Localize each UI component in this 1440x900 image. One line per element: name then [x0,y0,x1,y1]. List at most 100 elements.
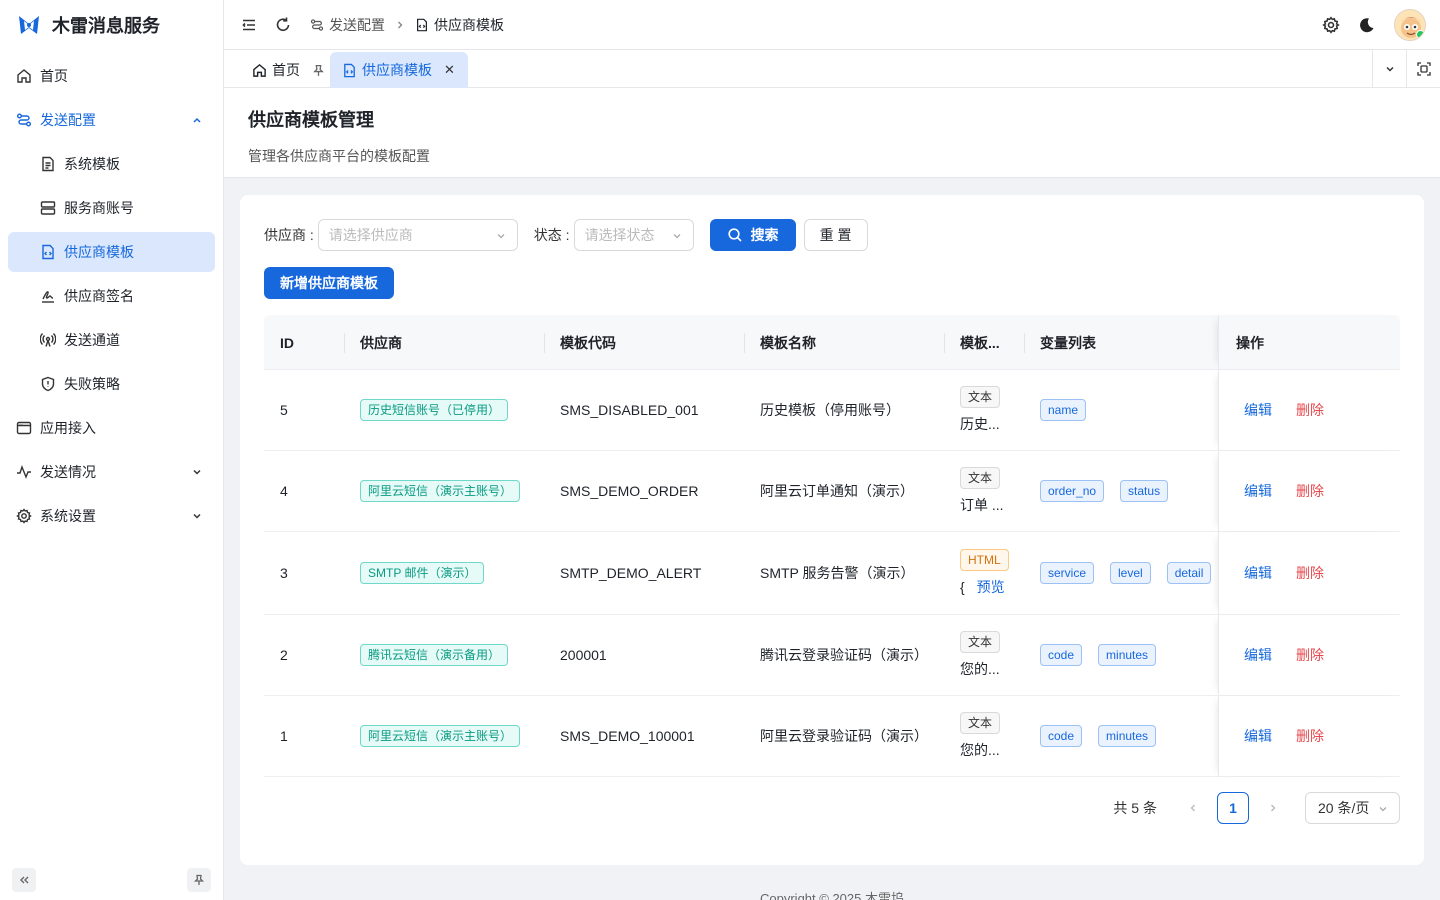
cell-variables: code minutes [1024,615,1218,695]
sidebar-item-provider-signature[interactable]: 供应商签名 [8,276,215,316]
pin-icon[interactable] [312,64,325,77]
sidebar-item-label: 发送配置 [40,112,96,128]
sidebar-item-app-access[interactable]: 应用接入 [8,408,215,448]
page-number-button[interactable]: 1 [1217,792,1249,824]
edit-link[interactable]: 编辑 [1244,481,1272,501]
moon-icon[interactable] [1358,16,1376,34]
sidebar-item-send-config[interactable]: 发送配置 [8,100,215,140]
table-row: 2 腾讯云短信（演示备用） 200001 腾讯云登录验证码（演示） 文本 您的.… [264,615,1400,696]
chevron-down-icon [1379,807,1387,812]
cell-actions: 编辑 删除 [1228,696,1398,776]
provider-select[interactable]: 请选择供应商 [317,219,518,251]
edit-link[interactable]: 编辑 [1244,726,1272,746]
scan-fullscreen-icon [1416,62,1431,76]
sidebar-footer [12,868,211,892]
search-button[interactable]: 搜索 [709,219,796,251]
provider-tag: 历史短信账号（已停用） [360,399,509,421]
fullscreen-button[interactable] [1406,50,1440,88]
file-code-icon [344,63,355,77]
column-header-template-type: 模板... [944,315,1024,370]
breadcrumb-item-parent[interactable]: 发送配置 [310,15,385,35]
sidebar-item-provider-account[interactable]: 服务商账号 [8,188,215,228]
home-icon [17,69,31,83]
edit-link[interactable]: 编辑 [1244,400,1272,420]
status-filter-label: 状态 : [533,227,570,243]
cell-template-code: SMS_DISABLED_001 [560,402,699,418]
online-status-dot [1416,29,1425,39]
sidebar-item-send-channel[interactable]: 发送通道 [8,320,215,360]
variable-tag: order_no [1040,480,1105,502]
tabs-dropdown-button[interactable] [1372,50,1406,88]
column-header-template-name: 模板名称 [744,315,944,370]
prev-page-button[interactable] [1177,792,1209,824]
tabs-bar: 首页 供应商模板 ✕ [224,50,1440,88]
sidebar-item-system-template[interactable]: 系统模板 [8,144,215,184]
file-code-icon [417,18,427,31]
variable-tag: minutes [1098,644,1157,666]
cell-provider: 阿里云短信（演示主账号） [344,451,544,531]
sidebar-item-label: 系统设置 [40,508,96,524]
content-snippet: 订单 ... [960,497,1004,513]
cell-variables: name [1024,370,1218,450]
refresh-icon[interactable] [274,16,292,34]
table-header: ID 供应商 模板代码 模板名称 模板... 变量列表 操作 [264,315,1400,370]
content-snippet: { 预览 [960,577,1005,597]
tab-provider-template[interactable]: 供应商模板 ✕ [330,52,468,88]
file-code-icon [42,244,54,260]
cell-id: 2 [280,647,288,663]
tab-home[interactable]: 首页 [240,52,337,88]
add-provider-template-button[interactable]: 新增供应商模板 [264,267,394,299]
sidebar-item-system-settings[interactable]: 系统设置 [8,496,215,536]
delete-link[interactable]: 删除 [1296,645,1324,665]
next-page-button[interactable] [1257,792,1289,824]
gear-icon [16,508,32,524]
pin-sidebar-button[interactable] [187,868,211,892]
sidebar-item-label: 发送通道 [64,332,120,348]
cell-template-name: 阿里云订单通知（演示） [760,483,914,499]
delete-link[interactable]: 删除 [1296,400,1324,420]
column-header-provider: 供应商 [344,315,544,370]
provider-select-placeholder: 请选择供应商 [328,227,413,243]
page-size-value: 20 条/页 [1318,800,1370,816]
sidebar-item-failure-policy[interactable]: 失败策略 [8,364,215,404]
cell-template-code: SMS_DEMO_100001 [560,728,695,744]
sidebar-item-send-status[interactable]: 发送情况 [8,452,215,492]
chevrons-left-icon [20,876,29,884]
reset-button[interactable]: 重 置 [803,219,868,251]
page-size-select[interactable]: 20 条/页 [1305,792,1400,824]
status-select[interactable]: 请选择状态 [573,219,694,251]
signature-icon [42,291,54,303]
tab-label: 首页 [272,62,300,78]
variable-tag: detail [1166,562,1212,584]
top-header: 发送配置 供应商模板 [224,0,1440,50]
delete-link[interactable]: 删除 [1296,726,1324,746]
variable-tag: level [1110,562,1151,584]
cell-provider: 腾讯云短信（演示备用） [344,615,544,695]
activity-icon [17,464,31,479]
cell-id: 5 [280,402,288,418]
content-snippet: 您的... [960,661,1000,677]
avatar[interactable] [1394,8,1426,41]
app-logo[interactable]: 木雷消息服务 [0,0,223,50]
cell-variables: service level detail [1024,532,1218,614]
edit-link[interactable]: 编辑 [1244,645,1272,665]
sidebar-item-home[interactable]: 首页 [8,56,215,96]
delete-link[interactable]: 删除 [1296,481,1324,501]
breadcrumb-label: 供应商模板 [434,16,504,33]
pagination-total: 共 5 条 [1113,800,1157,816]
sidebar-item-provider-template[interactable]: 供应商模板 [8,232,215,272]
chevron-down-icon [193,513,201,519]
column-header-id: ID [280,334,294,351]
cell-template-type: 文本 您的... [944,696,1024,776]
edit-link[interactable]: 编辑 [1244,563,1272,583]
settings-icon[interactable] [1322,15,1340,34]
cell-template-code: SMTP_DEMO_ALERT [560,565,702,581]
preview-link[interactable]: 预览 [977,579,1005,595]
close-tab-icon[interactable]: ✕ [444,62,455,78]
table-row: 5 历史短信账号（已停用） SMS_DISABLED_001 历史模板（停用账号… [264,370,1400,451]
menu-toggle-icon[interactable] [240,16,258,34]
cell-id: 3 [280,565,288,581]
variable-tag: code [1040,644,1083,666]
collapse-sidebar-button[interactable] [12,868,36,892]
delete-link[interactable]: 删除 [1296,563,1324,583]
